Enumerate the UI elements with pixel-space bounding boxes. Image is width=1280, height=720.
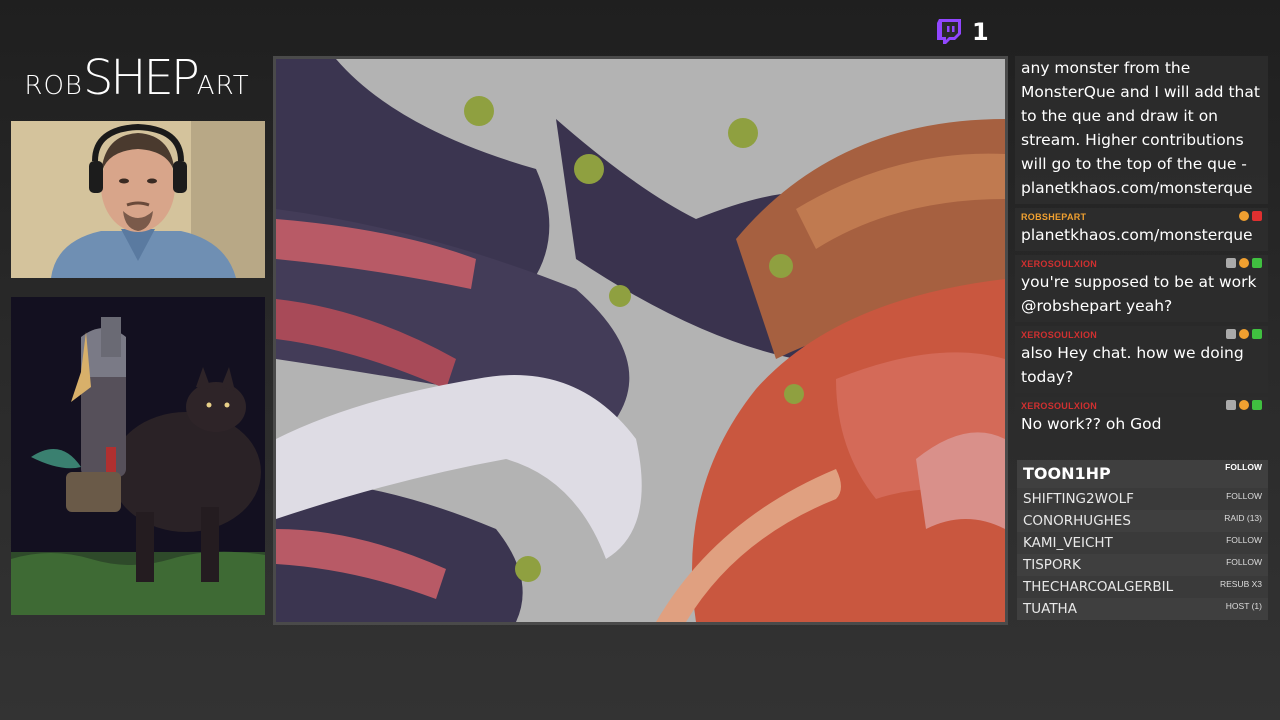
chat-message: ROBSHEPART planetkhaos.com/monsterque xyxy=(1015,208,1268,251)
bits-badge-icon xyxy=(1239,258,1249,268)
webcam-person-illustration xyxy=(11,121,265,278)
bits-badge-icon xyxy=(1239,211,1249,221)
logo-shep: SHEP xyxy=(82,50,200,106)
chat-message-text: also Hey chat. how we doing today? xyxy=(1021,344,1244,386)
viewer-count: 1 xyxy=(972,18,989,46)
recent-events-list: TOON1HP FOLLOW SHIFTING2WOLF FOLLOW CONO… xyxy=(1017,460,1268,620)
premium-badge-icon xyxy=(1226,400,1236,410)
logo-art: ART xyxy=(196,71,250,101)
event-type: FOLLOW xyxy=(1226,535,1262,545)
event-type: FOLLOW xyxy=(1226,491,1262,501)
event-username: KAMI_VEICHT xyxy=(1023,535,1113,551)
event-type: HOST (1) xyxy=(1225,601,1262,611)
event-row: THECHARCOALGERBIL RESUB X3 xyxy=(1017,576,1268,598)
moderator-badge-icon xyxy=(1252,329,1262,339)
premium-badge-icon xyxy=(1226,258,1236,268)
event-row: TUATHA HOST (1) xyxy=(1017,598,1268,620)
chat-message: XEROSOULXION you're supposed to be at wo… xyxy=(1015,255,1268,322)
chat-message: XEROSOULXION also Hey chat. how we doing… xyxy=(1015,326,1268,393)
chat-message-text: any monster from the MonsterQue and I wi… xyxy=(1021,59,1260,197)
moderator-badge-icon xyxy=(1252,400,1262,410)
chat-message: any monster from the MonsterQue and I wi… xyxy=(1015,56,1268,204)
twitch-icon xyxy=(937,19,961,44)
logo-rob: ROB xyxy=(24,71,83,101)
event-username: SHIFTING2WOLF xyxy=(1023,491,1134,507)
chat-message-text: you're supposed to be at work @robshepar… xyxy=(1021,273,1257,315)
event-type: FOLLOW xyxy=(1226,557,1262,567)
monster-illustration xyxy=(276,59,1005,622)
event-row: SHIFTING2WOLF FOLLOW xyxy=(1017,488,1268,510)
viewer-counter: 1 xyxy=(936,18,989,46)
event-username: TISPORK xyxy=(1023,557,1081,573)
chat-message-text: planetkhaos.com/monsterque xyxy=(1021,226,1253,244)
drawing-canvas xyxy=(273,56,1008,625)
bits-badge-icon xyxy=(1239,400,1249,410)
event-row: KAMI_VEICHT FOLLOW xyxy=(1017,532,1268,554)
event-type: FOLLOW xyxy=(1225,462,1262,472)
chat-panel: any monster from the MonsterQue and I wi… xyxy=(1015,56,1268,445)
wolf-rider-illustration xyxy=(11,297,265,615)
chat-username: ROBSHEPART xyxy=(1021,212,1087,222)
event-row: TISPORK FOLLOW xyxy=(1017,554,1268,576)
event-username: TOON1HP xyxy=(1023,464,1111,483)
chat-message-text: No work?? oh God xyxy=(1021,415,1162,433)
chat-badges xyxy=(1226,258,1262,268)
event-username: TUATHA xyxy=(1023,601,1077,617)
event-row: TOON1HP FOLLOW xyxy=(1017,460,1268,488)
event-username: THECHARCOALGERBIL xyxy=(1023,579,1174,595)
event-row: CONORHUGHES RAID (13) xyxy=(1017,510,1268,532)
event-username: CONORHUGHES xyxy=(1023,513,1131,529)
chat-badges xyxy=(1226,329,1262,339)
premium-badge-icon xyxy=(1226,329,1236,339)
channel-logo: ROBSHEPART xyxy=(12,50,262,110)
webcam-feed xyxy=(11,121,265,278)
character-artwork xyxy=(11,297,265,615)
moderator-badge-icon xyxy=(1252,258,1262,268)
chat-badges xyxy=(1226,400,1262,410)
chat-message: XEROSOULXION No work?? oh God xyxy=(1015,397,1268,440)
bits-badge-icon xyxy=(1239,329,1249,339)
event-type: RAID (13) xyxy=(1224,513,1262,523)
event-type: RESUB X3 xyxy=(1219,579,1262,589)
broadcaster-badge-icon xyxy=(1252,211,1262,221)
chat-badges xyxy=(1239,211,1262,221)
